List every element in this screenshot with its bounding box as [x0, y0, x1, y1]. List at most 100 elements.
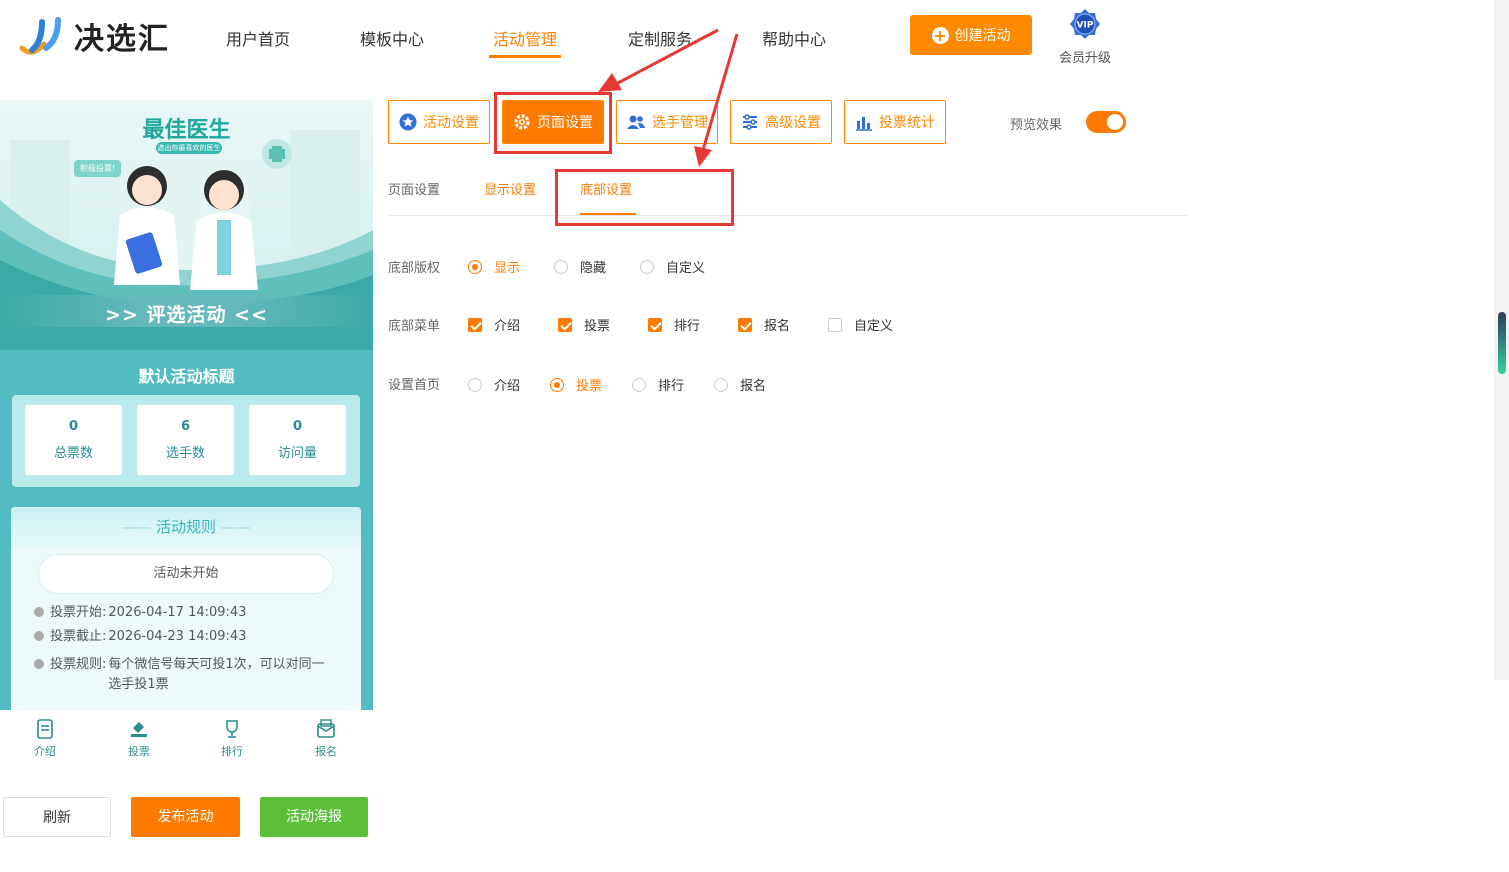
option-label: 投票: [576, 379, 603, 394]
brand-name: 决选汇: [74, 22, 170, 57]
banner-bubble: 积极投票!: [74, 160, 122, 177]
option-label: 自定义: [666, 261, 706, 276]
option-label: 隐藏: [580, 261, 607, 276]
tab-activity-settings[interactable]: 活动设置: [388, 100, 490, 144]
create-activity-button[interactable]: + 创建活动: [910, 15, 1032, 55]
copyright-option-show[interactable]: 显示: [468, 257, 520, 276]
rule-key: 投票截止:: [50, 629, 107, 644]
tabbar-signup[interactable]: 报名: [296, 718, 356, 759]
banner-strip-text: >> 评选活动 <<: [105, 304, 268, 326]
subtab-page-settings[interactable]: 页面设置: [388, 179, 440, 198]
option-label: 报名: [740, 379, 767, 394]
vip-label: 会员升级: [1058, 51, 1111, 66]
copyright-label: 底部版权: [388, 261, 441, 276]
checkbox-checked[interactable]: [558, 317, 572, 332]
home-option-intro[interactable]: 介绍: [468, 375, 520, 394]
radio-checked[interactable]: [550, 377, 564, 392]
stat-contestants: 6 选手数: [137, 405, 234, 475]
rule-key: 投票规则:: [50, 657, 107, 672]
create-activity-label: 创建活动: [954, 28, 1011, 44]
tabbar-vote[interactable]: 投票: [109, 718, 169, 759]
nav-help-center[interactable]: 帮助中心: [762, 26, 826, 50]
radio-unchecked[interactable]: [714, 377, 728, 392]
annotation-highlight-footer-settings: [555, 169, 734, 226]
logo-mark-icon: [19, 17, 61, 55]
menu-check-rank[interactable]: 排行: [648, 315, 700, 334]
subtab-divider: [388, 215, 1188, 216]
activity-poster-button[interactable]: 活动海报: [260, 797, 368, 837]
tab-advanced-settings[interactable]: 高级设置: [730, 100, 832, 144]
stat-visits: 0 访问量: [249, 405, 346, 475]
stat-value: 0: [68, 419, 79, 434]
home-option-signup[interactable]: 报名: [714, 375, 766, 394]
subtab-display-settings[interactable]: 显示设置: [484, 179, 536, 198]
tab-label: 高级设置: [765, 115, 821, 131]
vip-badge-text: VIP: [1077, 21, 1094, 31]
rules-card: —— 活动规则 —— 活动未开始 投票开始: 2026-04-17 14:09:…: [11, 507, 361, 710]
annotation-arrowhead: [598, 73, 622, 92]
trophy-icon: [226, 720, 238, 738]
nav-home[interactable]: 用户首页: [226, 26, 290, 50]
rules-title-text: 活动规则: [155, 518, 216, 536]
menu-check-custom[interactable]: 自定义: [828, 315, 893, 334]
checkbox-checked[interactable]: [648, 317, 662, 332]
preview-effect-toggle[interactable]: [1086, 111, 1126, 133]
checkbox-checked[interactable]: [738, 317, 752, 332]
tabbar-intro[interactable]: 介绍: [15, 718, 75, 759]
document-icon: [37, 719, 53, 739]
rule-value: 2026-04-17 14:09:43: [108, 605, 247, 620]
nav-active-underline: [489, 55, 561, 58]
rule-vote-policy: 投票规则: 每个微信号每天可投1次，可以对同一选手投1票: [34, 655, 330, 695]
option-label: 自定义: [854, 319, 894, 334]
refresh-button[interactable]: 刷新: [3, 797, 111, 837]
vote-icon: [131, 722, 147, 737]
tab-vote-statistics[interactable]: 投票统计: [844, 100, 946, 144]
radio-checked[interactable]: [468, 259, 482, 274]
clock-icon: [34, 607, 44, 617]
tab-label: 投票统计: [879, 115, 935, 131]
stat-value: 0: [292, 419, 303, 434]
preview-tabbar: 介绍 投票 排行 报名: [0, 710, 373, 772]
brand-logo[interactable]: 决选汇: [18, 14, 170, 58]
menu-check-vote[interactable]: 投票: [558, 315, 610, 334]
plus-icon: +: [931, 25, 949, 45]
rule-key: 投票开始:: [50, 605, 107, 620]
radio-unchecked[interactable]: [554, 259, 568, 274]
option-label: 排行: [658, 379, 685, 394]
radio-unchecked[interactable]: [640, 259, 654, 274]
vip-upgrade[interactable]: VIP 会员升级: [1057, 8, 1113, 66]
publish-activity-button[interactable]: 发布活动: [131, 797, 240, 837]
nav-custom-service[interactable]: 定制服务: [628, 26, 692, 50]
tabbar-label: 排行: [221, 745, 243, 758]
home-option-rank[interactable]: 排行: [632, 375, 684, 394]
sliders-icon: [743, 114, 757, 130]
preview-banner: 最佳医生 选出你最喜欢的医生 积极投票! >> 评选活动 <<: [0, 100, 373, 350]
banner-subtitle: 选出你最喜欢的医生: [156, 142, 222, 154]
rules-title: —— 活动规则 ——: [11, 507, 361, 547]
preview-effect-label: 预览效果: [1010, 118, 1063, 133]
checkbox-unchecked[interactable]: [828, 317, 842, 332]
option-label: 报名: [764, 319, 791, 334]
checkbox-checked[interactable]: [468, 317, 482, 332]
rule-vote-start: 投票开始: 2026-04-17 14:09:43: [34, 603, 330, 623]
activity-status: 活动未开始: [38, 554, 334, 594]
copyright-option-custom[interactable]: 自定义: [640, 257, 705, 276]
annotation-arrowhead: [694, 146, 712, 167]
radio-unchecked[interactable]: [468, 377, 482, 392]
rule-value: 2026-04-23 14:09:43: [108, 629, 247, 644]
tab-contestant-management[interactable]: 选手管理: [616, 100, 718, 144]
home-option-vote[interactable]: 投票: [550, 375, 602, 394]
tabbar-rank[interactable]: 排行: [202, 718, 262, 759]
nav-templates[interactable]: 模板中心: [360, 26, 424, 50]
stats-card: 0 总票数 6 选手数 0 访问量: [12, 395, 360, 487]
scrollbar-thumb[interactable]: [1498, 312, 1506, 374]
nav-activity-management[interactable]: 活动管理: [493, 26, 557, 50]
users-icon: [627, 115, 645, 129]
tabbar-label: 投票: [128, 745, 150, 758]
radio-unchecked[interactable]: [632, 377, 646, 392]
copyright-option-hide[interactable]: 隐藏: [554, 257, 606, 276]
menu-check-intro[interactable]: 介绍: [468, 315, 520, 334]
home-page-label: 设置首页: [388, 378, 441, 393]
stat-value: 6: [180, 419, 191, 434]
menu-check-signup[interactable]: 报名: [738, 315, 790, 334]
